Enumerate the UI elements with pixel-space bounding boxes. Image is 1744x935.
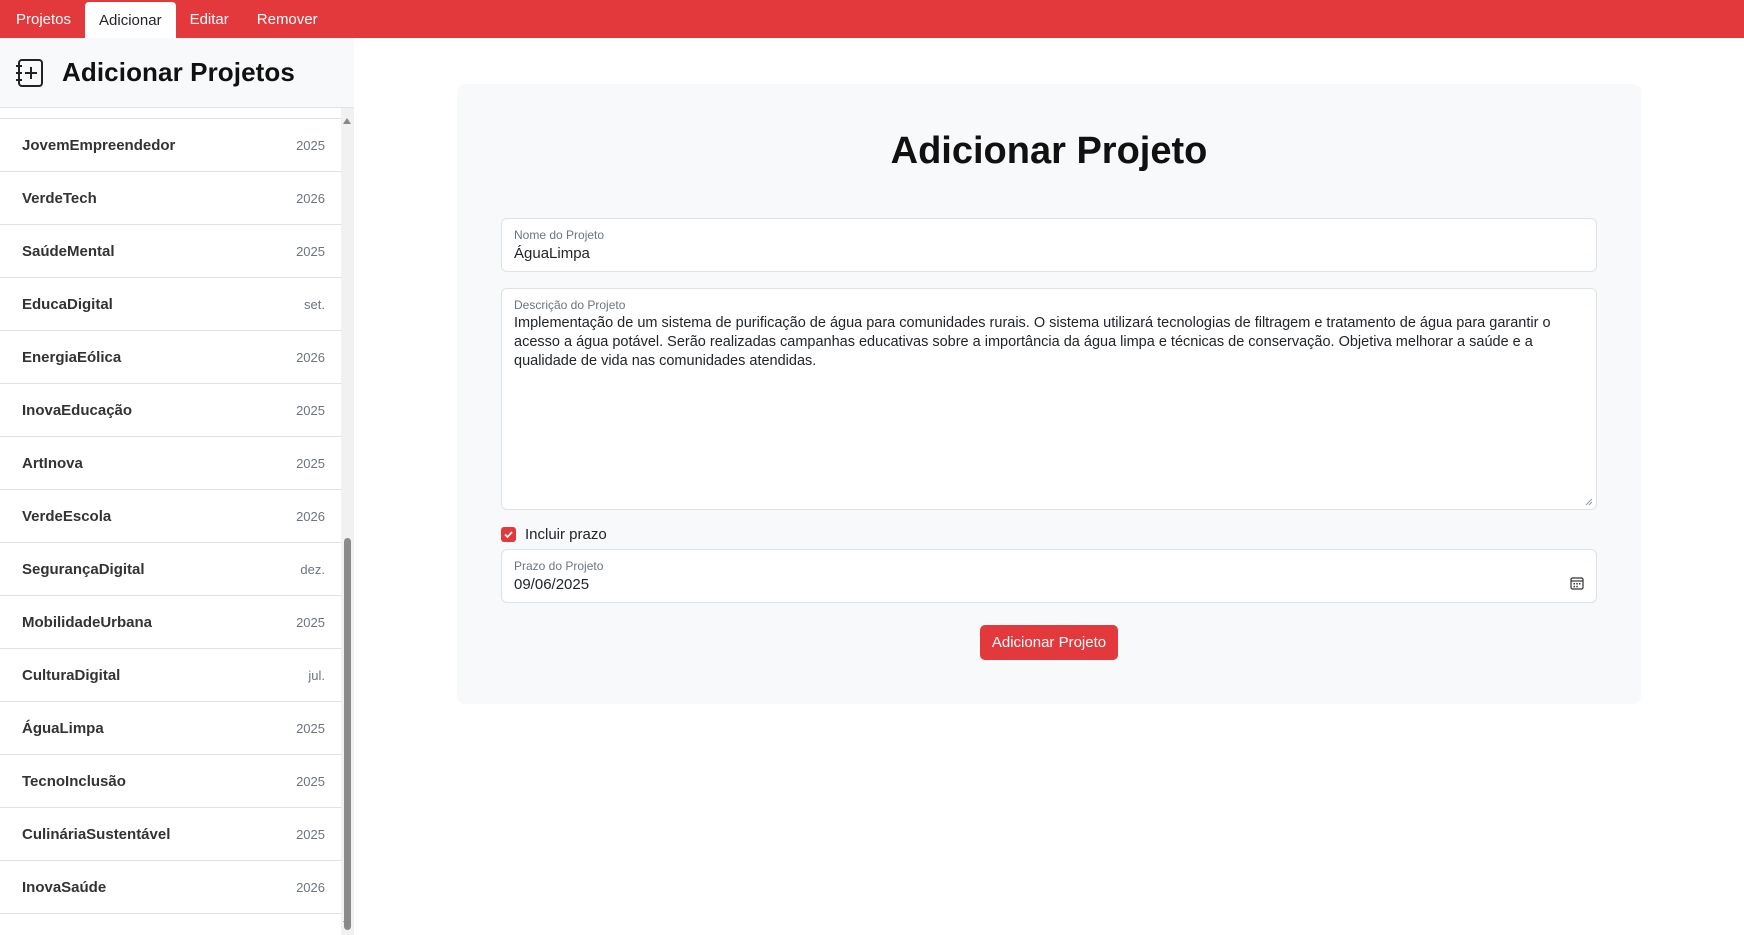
tab-remover[interactable]: Remover xyxy=(243,0,332,38)
project-name-label: Nome do Projeto xyxy=(514,228,605,242)
project-name: CulináriaSustentável xyxy=(22,825,171,843)
project-date: 2026 xyxy=(296,190,325,206)
top-navbar: Projetos Adicionar Editar Remover xyxy=(0,0,1744,38)
calendar-icon[interactable] xyxy=(1570,576,1584,590)
list-item[interactable]: JovemEmpreendedor 2025 xyxy=(0,119,341,172)
add-project-button[interactable]: Adicionar Projeto xyxy=(980,625,1118,660)
project-name: InovaSaúde xyxy=(22,878,107,896)
include-deadline-row[interactable]: Incluir prazo xyxy=(501,526,607,543)
scroll-up-arrow-icon[interactable] xyxy=(343,118,351,124)
project-deadline-input[interactable]: 09/06/2025 xyxy=(514,575,1584,594)
project-description-label: Descrição do Projeto xyxy=(514,298,626,312)
project-name-field[interactable]: Nome do Projeto ÁguaLimpa xyxy=(501,218,1597,272)
project-name: VerdeTech xyxy=(22,189,97,207)
list-item[interactable]: EnergiaEólica 2026 xyxy=(0,331,341,384)
sidebar: Adicionar Projetos EnergiaSolar2025Jovem… xyxy=(0,38,354,935)
project-name: EnergiaEólica xyxy=(22,348,122,366)
project-date: set. xyxy=(304,296,325,312)
list-item[interactable]: EducaDigital set. xyxy=(0,278,341,331)
project-date: 2025 xyxy=(296,455,325,471)
project-name: SaúdeMental xyxy=(22,242,115,260)
sidebar-header: Adicionar Projetos xyxy=(0,38,354,108)
project-name: VerdeEscola xyxy=(22,507,112,525)
tab-editar[interactable]: Editar xyxy=(176,0,243,38)
list-item[interactable]: SegurançaDigital dez. xyxy=(0,543,341,596)
project-name-input[interactable]: ÁguaLimpa xyxy=(514,244,1584,263)
sidebar-scrollbar[interactable] xyxy=(341,108,354,935)
page-title: Adicionar Projeto xyxy=(890,130,1208,172)
project-name: CulturaDigital xyxy=(22,666,121,684)
project-date: 2026 xyxy=(296,879,325,895)
project-name: EducaDigital xyxy=(22,295,113,313)
list-item[interactable]: VerdeEscola 2026 xyxy=(0,490,341,543)
project-date: jul. xyxy=(308,667,325,683)
project-date: 2025 xyxy=(296,137,325,153)
project-name: TecnoInclusão xyxy=(22,772,126,790)
list-item[interactable]: CulturaDigital jul. xyxy=(0,649,341,702)
project-date: dez. xyxy=(300,561,325,577)
tab-adicionar[interactable]: Adicionar xyxy=(85,2,176,38)
add-project-card: Adicionar Projeto Nome do Projeto ÁguaLi… xyxy=(457,84,1641,704)
project-deadline-label: Prazo do Projeto xyxy=(514,559,604,573)
list-item[interactable]: InovaSaúde 2026 xyxy=(0,861,341,914)
list-item[interactable]: MobilidadeUrbana 2025 xyxy=(0,596,341,649)
list-item[interactable]: EnergiaSolar2025 xyxy=(0,108,341,119)
project-name: JovemEmpreendedor xyxy=(22,136,176,154)
sidebar-title: Adicionar Projetos xyxy=(62,57,295,87)
project-name: InovaEducação xyxy=(22,401,133,419)
include-deadline-label: Incluir prazo xyxy=(525,526,607,543)
project-date: 2026 xyxy=(296,508,325,524)
list-item[interactable]: VerdeTech 2026 xyxy=(0,172,341,225)
project-date: 2025 xyxy=(296,773,325,789)
project-description-textarea[interactable]: Implementação de um sistema de purificaç… xyxy=(514,314,1584,371)
include-deadline-checkbox[interactable] xyxy=(501,527,516,542)
list-item[interactable]: InovaEducação 2025 xyxy=(0,384,341,437)
project-name: ÁguaLimpa xyxy=(22,719,104,737)
project-description-field[interactable]: Descrição do Projeto Implementação de um… xyxy=(501,288,1597,510)
project-name: ArtInova xyxy=(22,454,83,472)
list-item[interactable]: TecnoInclusão 2025 xyxy=(0,755,341,808)
project-deadline-field[interactable]: Prazo do Projeto 09/06/2025 xyxy=(501,549,1597,603)
project-date: 2025 xyxy=(296,243,325,259)
project-name: MobilidadeUrbana xyxy=(22,613,153,631)
add-note-icon xyxy=(16,58,43,87)
resize-grip-icon[interactable] xyxy=(1585,498,1593,506)
project-name: SegurançaDigital xyxy=(22,560,145,578)
project-date: 2025 xyxy=(296,614,325,630)
list-item[interactable]: SaúdeMental 2025 xyxy=(0,225,341,278)
tab-projetos[interactable]: Projetos xyxy=(2,0,85,38)
list-item[interactable]: ArtInova 2025 xyxy=(0,437,341,490)
list-item[interactable]: ÁguaLimpa 2025 xyxy=(0,702,341,755)
project-date: 2026 xyxy=(296,349,325,365)
project-date: 2025 xyxy=(296,720,325,736)
project-list: EnergiaSolar2025 JovemEmpreendedor 2025 Ver… xyxy=(0,108,341,935)
scroll-thumb[interactable] xyxy=(344,538,351,930)
list-item[interactable]: CulináriaSustentável 2025 xyxy=(0,808,341,861)
checkmark-icon xyxy=(504,531,513,539)
project-date: 2025 xyxy=(296,402,325,418)
project-date: 2025 xyxy=(296,826,325,842)
scroll-down-arrow-icon[interactable] xyxy=(343,921,351,927)
